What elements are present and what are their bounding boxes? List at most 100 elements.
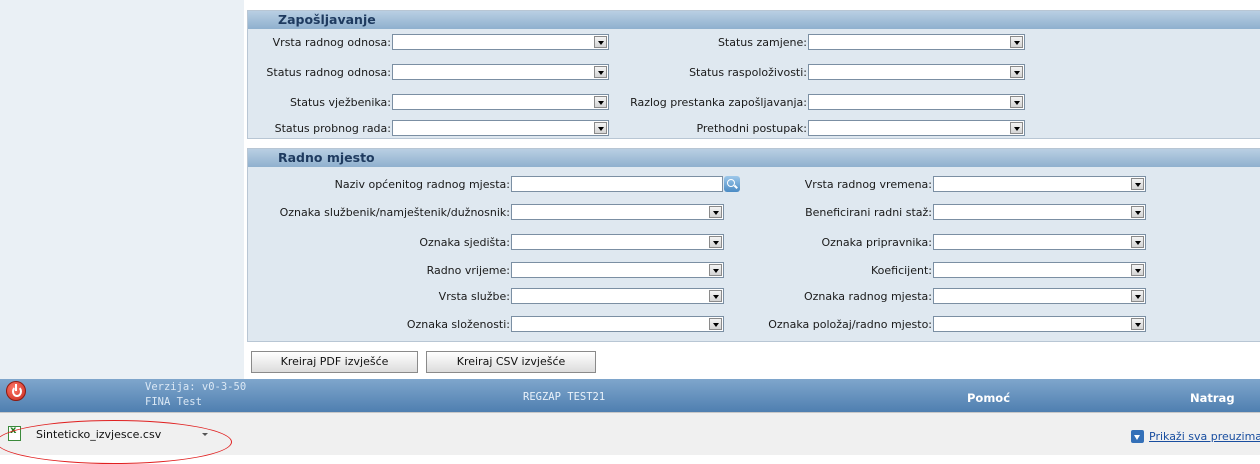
download-file-name[interactable]: Sinteticko_izvjesce.csv	[36, 428, 161, 441]
field-status-probnog-rada: Status probnog rada:	[248, 117, 648, 139]
prethodni-postupak-select[interactable]	[808, 120, 1025, 136]
vrsta-radnog-vremena-select[interactable]	[933, 176, 1146, 192]
field-label: Oznaka složenosti:	[406, 318, 510, 331]
workplace-section: Radno mjesto Naziv općenitog radnog mjes…	[247, 148, 1260, 342]
status-zamjene-select[interactable]	[808, 34, 1025, 50]
chevron-down-icon[interactable]	[594, 122, 607, 134]
field-naziv-radnog-mjesta: Naziv općenitog radnog mjesta:	[248, 173, 748, 195]
field-status-zamjene: Status zamjene:	[608, 31, 1028, 53]
download-arrow-icon[interactable]	[1131, 430, 1144, 443]
field-label: Prethodni postupak:	[696, 122, 807, 135]
field-label: Beneficirani radni staž:	[805, 206, 932, 219]
vrsta-radnog-odnosa-select[interactable]	[392, 34, 609, 50]
chevron-down-icon[interactable]	[1131, 318, 1144, 330]
chevron-down-icon[interactable]	[594, 36, 607, 48]
workplace-section-title: Radno mjesto	[248, 149, 1260, 167]
chevron-down-icon[interactable]	[1131, 178, 1144, 190]
field-label: Vrsta službe:	[438, 290, 510, 303]
field-label: Oznaka sjedišta:	[419, 236, 510, 249]
employment-section-title: Zapošljavanje	[248, 11, 1260, 29]
oznaka-radnog-mjesta-select[interactable]	[933, 288, 1146, 304]
download-bar: Sinteticko_izvjesce.csv	[0, 412, 1260, 455]
field-status-radnog-odnosa: Status radnog odnosa:	[248, 61, 648, 83]
beneficirani-staz-select[interactable]	[933, 204, 1146, 220]
field-prethodni-postupak: Prethodni postupak:	[608, 117, 1028, 139]
chevron-down-icon[interactable]	[1010, 122, 1023, 134]
field-oznaka-pripravnika: Oznaka pripravnika:	[728, 231, 1148, 253]
field-oznaka-sluzbenik: Oznaka službenik/namještenik/dužnosnik:	[248, 201, 748, 223]
download-item[interactable]: Sinteticko_izvjesce.csv	[4, 423, 214, 447]
field-label: Koeficijent:	[870, 264, 932, 277]
field-vrsta-radnog-vremena: Vrsta radnog vremena:	[728, 173, 1148, 195]
field-status-vjezbenika: Status vježbenika:	[248, 91, 648, 113]
create-csv-report-button[interactable]: Kreiraj CSV izvješće	[426, 351, 596, 373]
field-label: Naziv općenitog radnog mjesta:	[334, 178, 510, 191]
field-koeficijent: Koeficijent:	[728, 259, 1148, 281]
user-label: REGZAP TEST21	[523, 391, 606, 403]
chevron-down-icon[interactable]	[1131, 236, 1144, 248]
koeficijent-select[interactable]	[933, 262, 1146, 278]
chevron-down-icon[interactable]	[1010, 96, 1023, 108]
field-radno-vrijeme: Radno vrijeme:	[248, 259, 748, 281]
field-label: Vrsta radnog vremena:	[804, 178, 932, 191]
help-link[interactable]: Pomoć	[967, 391, 1010, 405]
oznaka-pripravnika-select[interactable]	[933, 234, 1146, 250]
oznaka-polozaj-select[interactable]	[933, 316, 1146, 332]
oznaka-sluzbenik-select[interactable]	[511, 204, 724, 220]
field-vrsta-radnog-odnosa: Vrsta radnog odnosa:	[248, 31, 648, 53]
chevron-down-icon[interactable]	[1010, 36, 1023, 48]
status-radnog-odnosa-select[interactable]	[392, 64, 609, 80]
razlog-prestanka-select[interactable]	[808, 94, 1025, 110]
org-label: FINA Test	[145, 396, 202, 408]
left-gutter	[0, 0, 244, 379]
oznaka-slozenosti-select[interactable]	[511, 316, 724, 332]
field-label: Status zamjene:	[717, 36, 807, 49]
field-label: Oznaka položaj/radno mjesto:	[768, 318, 932, 331]
power-icon[interactable]	[6, 381, 26, 401]
back-link[interactable]: Natrag	[1190, 391, 1235, 405]
chevron-down-icon[interactable]	[709, 264, 722, 276]
naziv-radnog-mjesta-input[interactable]	[511, 176, 723, 192]
chevron-down-icon[interactable]	[1131, 290, 1144, 302]
status-raspolozivosti-select[interactable]	[808, 64, 1025, 80]
field-status-raspolozivosti: Status raspoloživosti:	[608, 61, 1028, 83]
status-vjezbenika-select[interactable]	[392, 94, 609, 110]
chevron-down-icon[interactable]	[1131, 206, 1144, 218]
excel-csv-icon	[8, 425, 21, 441]
chevron-down-icon[interactable]	[709, 236, 722, 248]
chevron-down-icon[interactable]	[709, 318, 722, 330]
show-all-downloads-link[interactable]: Prikaži sva preuzimanja	[1149, 430, 1260, 443]
footer-bar: Verzija: v0-3-50 FINA Test REGZAP TEST21…	[0, 379, 1260, 412]
field-label: Status vježbenika:	[289, 96, 391, 109]
chevron-down-icon[interactable]	[594, 96, 607, 108]
field-oznaka-polozaj: Oznaka položaj/radno mjesto:	[728, 313, 1148, 335]
chevron-down-icon[interactable]	[709, 206, 722, 218]
field-label: Razlog prestanka zapošljavanja:	[630, 96, 807, 109]
field-label: Status probnog rada:	[274, 122, 391, 135]
chevron-down-icon[interactable]	[1010, 66, 1023, 78]
create-pdf-report-button[interactable]: Kreiraj PDF izvješće	[251, 351, 418, 373]
field-label: Status radnog odnosa:	[266, 66, 391, 79]
chevron-down-icon[interactable]	[1131, 264, 1144, 276]
chevron-down-icon[interactable]	[709, 290, 722, 302]
field-beneficirani-staz: Beneficirani radni staž:	[728, 201, 1148, 223]
field-label: Status raspoloživosti:	[689, 66, 807, 79]
field-oznaka-slozenosti: Oznaka složenosti:	[248, 313, 748, 335]
field-razlog-prestanka: Razlog prestanka zapošljavanja:	[608, 91, 1028, 113]
field-label: Vrsta radnog odnosa:	[272, 36, 391, 49]
chevron-down-icon[interactable]	[202, 433, 208, 436]
radno-vrijeme-select[interactable]	[511, 262, 724, 278]
field-label: Oznaka službenik/namještenik/dužnosnik:	[279, 206, 510, 219]
status-probnog-rada-select[interactable]	[392, 120, 609, 136]
field-oznaka-radnog-mjesta: Oznaka radnog mjesta:	[728, 285, 1148, 307]
vrsta-sluzbe-select[interactable]	[511, 288, 724, 304]
field-label: Radno vrijeme:	[426, 264, 510, 277]
oznaka-sjedista-select[interactable]	[511, 234, 724, 250]
field-vrsta-sluzbe: Vrsta službe:	[248, 285, 748, 307]
field-oznaka-sjedista: Oznaka sjedišta:	[248, 231, 748, 253]
field-label: Oznaka pripravnika:	[821, 236, 932, 249]
version-label: Verzija: v0-3-50	[145, 381, 247, 393]
chevron-down-icon[interactable]	[594, 66, 607, 78]
employment-section: Zapošljavanje Vrsta radnog odnosa: Statu…	[247, 10, 1260, 139]
field-label: Oznaka radnog mjesta:	[803, 290, 932, 303]
